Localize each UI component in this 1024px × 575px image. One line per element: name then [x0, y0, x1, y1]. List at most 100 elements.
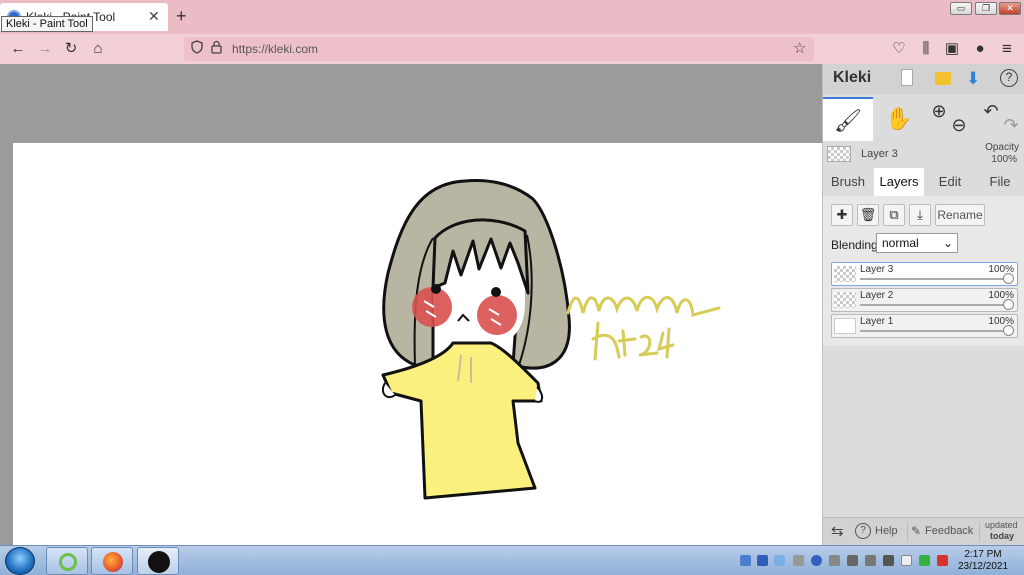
taskbar-app-firefox[interactable] [91, 547, 133, 575]
pocket-icon[interactable]: ♡ [890, 40, 908, 58]
layer-row[interactable]: Layer 1 100% [831, 314, 1018, 338]
rename-layer-button[interactable]: Rename [935, 204, 985, 226]
tray-green-app-icon[interactable] [919, 555, 930, 566]
blending-select[interactable]: normal ⌄ [876, 233, 958, 253]
layer-thumbnail [827, 146, 851, 162]
import-folder-icon[interactable] [935, 72, 951, 85]
lock-icon[interactable] [211, 40, 222, 57]
zoom-in-icon[interactable]: ⊕ [929, 89, 949, 133]
layer-row[interactable]: Layer 3 100% [831, 262, 1018, 286]
tray-usb-icon[interactable] [793, 555, 804, 566]
layer-opacity-slider[interactable] [1003, 273, 1014, 284]
help-link[interactable]: Help [875, 525, 898, 537]
network-icon[interactable] [865, 555, 876, 566]
brush-icon: 🖌 [834, 108, 862, 133]
layer-opacity-slider[interactable] [1003, 325, 1014, 336]
signature-line2: ht247 [568, 392, 571, 394]
taskbar-app-tiktok[interactable] [137, 547, 179, 575]
swap-side-icon[interactable]: ⇆ [831, 522, 844, 540]
firefox-icon [103, 552, 123, 572]
opacity-value: 100% [991, 154, 1017, 165]
address-bar[interactable]: https://kleki.com ☆ [184, 37, 814, 61]
tab-edit[interactable]: Edit [925, 168, 975, 196]
tab-brush[interactable]: Brush [823, 168, 873, 196]
system-clock[interactable]: 2:17 PM 23/12/2021 [953, 549, 1013, 573]
chibi-girl-drawing: nhimiathy ht247 [381, 179, 721, 500]
tool-row: 🖌 ✋ ⊕ ⊖ ↶ ↷ [823, 97, 1024, 141]
hand-tool-button[interactable]: ✋ [875, 97, 923, 141]
add-layer-button[interactable]: ✚ [831, 204, 853, 226]
kleki-panel: Kleki ⬇ ? 🖌 ✋ ⊕ ⊖ ↶ ↷ Layer 3 Opacity 10… [822, 64, 1024, 545]
layer-opacity-slider[interactable] [1003, 299, 1014, 310]
tab-bar: Kleki - Paint Tool ✕ Kleki - Paint Tool … [0, 0, 1024, 34]
help-icon[interactable]: ? [1000, 69, 1018, 87]
bluetooth-icon[interactable] [811, 555, 822, 566]
tray-vivaldi-icon[interactable] [937, 555, 948, 566]
drawing-canvas[interactable]: nhimiathy ht247 [13, 143, 822, 545]
current-layer-name: Layer 3 [861, 148, 898, 160]
taskbar-app-cleaner[interactable] [46, 547, 88, 575]
restore-button[interactable]: ❐ [975, 2, 997, 15]
brush-tool-button[interactable]: 🖌 [823, 97, 873, 141]
blending-label: Blending [831, 238, 878, 252]
menu-icon[interactable]: ≡ [998, 40, 1016, 58]
merge-layer-button[interactable]: ⤓ [909, 204, 931, 226]
url-text[interactable]: https://kleki.com [232, 42, 318, 56]
panel-footer: ⇆ ? Help ✎ Feedback updated today [823, 517, 1024, 545]
delete-layer-button[interactable]: 🗑 [857, 204, 879, 226]
current-layer-bar: Layer 3 Opacity 100% [823, 142, 1024, 168]
tray-device-icon[interactable] [829, 555, 840, 566]
undo-icon[interactable]: ↶ [981, 89, 1001, 133]
tab-tooltip: Kleki - Paint Tool [1, 16, 93, 32]
layer-name: Layer 1 [860, 316, 894, 327]
panel-tabs: Brush Layers Edit File [823, 168, 1024, 196]
action-center-flag-icon[interactable] [901, 555, 912, 566]
tray-cloud-icon[interactable] [774, 555, 785, 566]
tab-file[interactable]: File [975, 168, 1024, 196]
tab-layers[interactable]: Layers [874, 168, 924, 196]
library-icon[interactable]: ⫼ [917, 40, 935, 58]
layer-thumbnail [834, 292, 856, 308]
opacity-label: Opacity [985, 142, 1019, 153]
feedback-link[interactable]: Feedback [925, 525, 973, 537]
kleki-logo: Kleki [833, 69, 872, 86]
layers-tab-content: ✚ 🗑 ⧉ ⤓ Rename Blending normal ⌄ Layer 3… [823, 196, 1024, 346]
redo-icon[interactable]: ↷ [1001, 103, 1021, 147]
forward-button[interactable]: → [36, 40, 54, 58]
start-button[interactable] [5, 547, 35, 575]
volume-icon[interactable] [883, 555, 894, 566]
duplicate-layer-button[interactable]: ⧉ [883, 204, 905, 226]
new-image-icon[interactable] [901, 69, 913, 86]
layer-name: Layer 3 [860, 264, 894, 275]
layer-thumbnail [834, 318, 856, 334]
account-icon[interactable]: ● [971, 40, 989, 58]
reload-button[interactable]: ↻ [62, 40, 80, 58]
canvas-workspace[interactable]: nhimiathy ht247 [0, 64, 822, 545]
shield-icon[interactable] [191, 40, 203, 57]
tray-language-icon[interactable] [740, 555, 751, 566]
download-icon[interactable]: ⬇ [966, 69, 980, 89]
tiktok-icon [148, 551, 170, 573]
home-button[interactable]: ⌂ [89, 40, 107, 58]
tab-close-icon[interactable]: ✕ [148, 8, 160, 25]
bookmark-star-icon[interactable]: ☆ [793, 39, 806, 57]
zoom-out-icon[interactable]: ⊖ [949, 103, 969, 147]
divider [979, 522, 980, 542]
clock-date: 23/12/2021 [957, 561, 1009, 572]
back-button[interactable]: ← [9, 40, 27, 58]
close-window-button[interactable]: ✕ [999, 2, 1021, 15]
minimize-button[interactable]: ▭ [950, 2, 972, 15]
sidebar-icon[interactable]: ▣ [943, 40, 961, 58]
signature-line1: nhimiathy [568, 382, 573, 384]
tray-teams-icon[interactable] [757, 555, 768, 566]
chevron-down-icon: ⌄ [942, 236, 953, 250]
clock-time: 2:17 PM [964, 549, 1002, 560]
new-tab-button[interactable]: + [176, 6, 187, 27]
feedback-icon: ✎ [911, 524, 922, 538]
battery-icon[interactable] [847, 555, 858, 566]
app-cleaner-icon [59, 553, 77, 571]
layer-name: Layer 2 [860, 290, 894, 301]
layer-opacity-track [860, 304, 1010, 306]
layer-opacity-track [860, 278, 1010, 280]
layer-row[interactable]: Layer 2 100% [831, 288, 1018, 312]
